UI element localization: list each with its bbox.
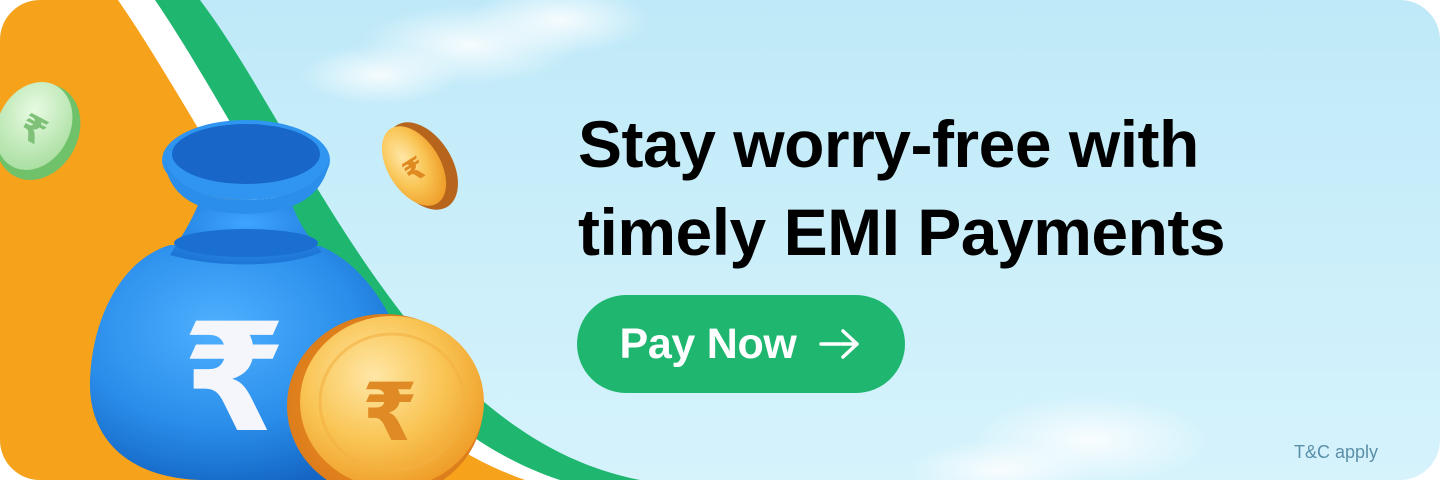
pay-now-button[interactable]: Pay Now	[577, 295, 905, 393]
emi-promo-banner: ₹ ₹ ₹ ₹ Stay worry-free with timely EMI …	[0, 0, 1440, 480]
banner-headline: Stay worry-free with timely EMI Payments	[578, 100, 1378, 276]
svg-text:₹: ₹	[182, 292, 286, 466]
headline-line-2: timely EMI Payments	[578, 195, 1226, 269]
pay-now-label: Pay Now	[619, 319, 797, 368]
rupee-coin-small-icon: ₹	[381, 122, 458, 210]
terms-and-conditions-note[interactable]: T&C apply	[1294, 442, 1378, 463]
svg-text:₹: ₹	[362, 366, 418, 459]
headline-line-1: Stay worry-free with	[578, 107, 1199, 181]
arrow-right-icon	[817, 326, 863, 362]
